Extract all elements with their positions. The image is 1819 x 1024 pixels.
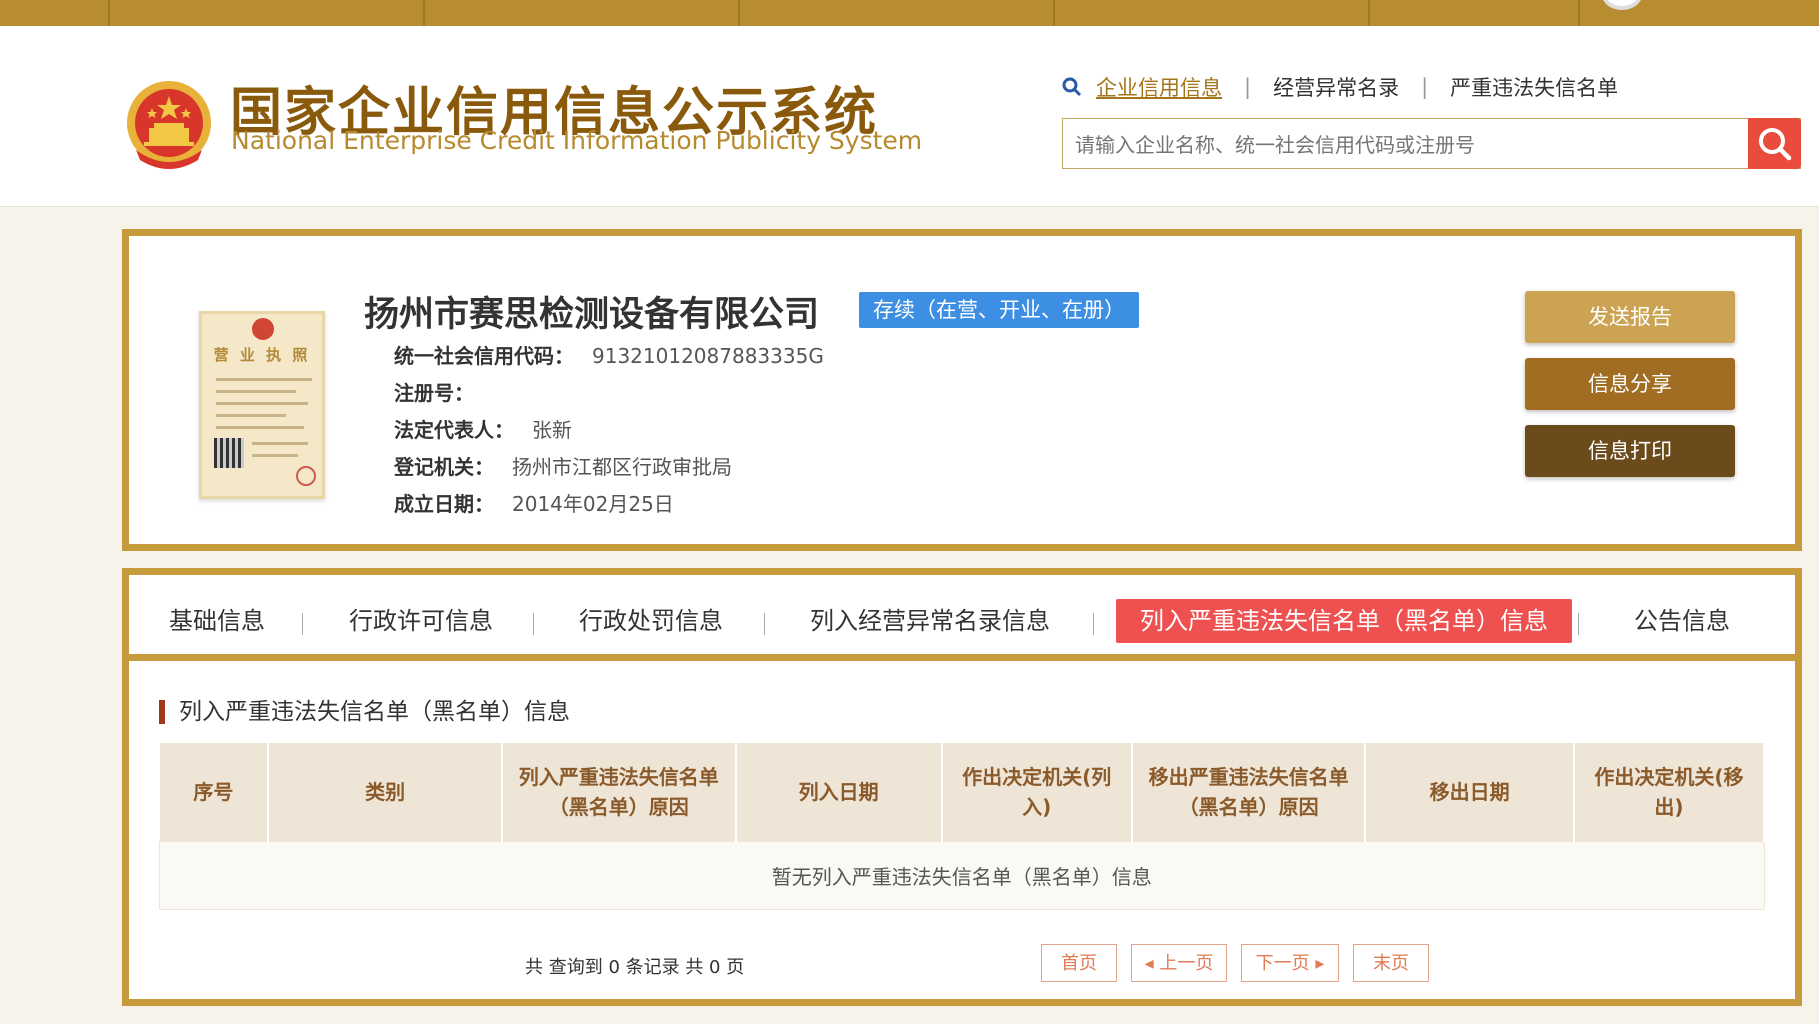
site-header: 国家企业信用信息公示系统 National Enterprise Credit … [0,26,1819,207]
nav-divider [1368,0,1370,26]
info-row-authority: 登记机关： 扬州市江都区行政审批局 [394,455,732,479]
next-page-button[interactable]: 下一页 ▸ [1241,944,1339,982]
tab-serious-violation[interactable]: 列入严重违法失信名单（黑名单）信息 [1116,599,1572,643]
column-header: 列入日期 [735,743,943,842]
company-name: 扬州市赛思检测设备有限公司 [364,295,820,335]
info-row-reg-number: 注册号： [394,381,474,405]
print-info-button[interactable]: 信息打印 [1525,425,1735,477]
pager-info: 共 查询到 0 条记录 共 0 页 [525,957,745,978]
national-emblem-icon [127,81,211,169]
qr-code-icon [214,438,244,468]
column-header: 作出决定机关(移出) [1573,743,1766,842]
column-header: 移出严重违法失信名单（黑名单）原因 [1131,743,1367,842]
status-badge: 存续（在营、开业、在册） [859,292,1139,328]
license-emblem-icon [252,318,274,340]
tab-announcements[interactable]: 公告信息 [1634,599,1730,643]
nav-divider [423,0,425,26]
prev-page-button[interactable]: ◂ 上一页 [1131,944,1227,982]
column-header: 列入严重违法失信名单（黑名单）原因 [501,743,737,842]
site-subtitle: National Enterprise Credit Information P… [231,126,923,155]
chevron-right-icon: ▸ [1309,953,1325,974]
last-page-button[interactable]: 末页 [1353,944,1429,982]
table-row: 暂无列入严重违法失信名单（黑名单）信息 [159,841,1765,910]
link-serious-violation-list[interactable]: 严重违法失信名单 [1450,72,1618,102]
link-divider: | [1244,75,1252,99]
share-info-button[interactable]: 信息分享 [1525,358,1735,410]
empty-message: 暂无列入严重违法失信名单（黑名单）信息 [159,841,1765,910]
search-icon [1062,77,1082,97]
column-header: 作出决定机关(列入) [941,743,1133,842]
tab-basic-info[interactable]: 基础信息 [169,599,265,643]
info-row-credit-code: 统一社会信用代码： 91321012087883335G [394,344,824,368]
business-license-thumbnail[interactable]: 营 业 执 照 [199,311,325,499]
send-report-button[interactable]: 发送报告 [1525,291,1735,343]
info-row-legal-rep: 法定代表人： 张新 [394,418,572,442]
chevron-left-icon: ◂ [1144,953,1160,974]
search-type-links: 企业信用信息 | 经营异常名录 | 严重违法失信名单 [1062,72,1618,102]
nav-divider [108,0,110,26]
seal-icon [296,466,316,486]
search-box [1062,118,1801,170]
info-row-founded: 成立日期： 2014年02月25日 [394,492,674,516]
section-title: 列入严重违法失信名单（黑名单）信息 [159,700,570,724]
column-header: 类别 [268,743,503,842]
top-nav-bar [0,0,1819,26]
link-abnormal-list[interactable]: 经营异常名录 [1273,72,1399,102]
nav-divider [738,0,740,26]
link-enterprise-credit[interactable]: 企业信用信息 [1096,72,1222,102]
nav-divider [1578,0,1580,26]
column-header: 移出日期 [1365,743,1575,842]
blacklist-table: 序号 类别 列入严重违法失信名单（黑名单）原因 列入日期 作出决定机关(列入) … [159,743,1766,910]
tab-bar: 基础信息 行政许可信息 行政处罚信息 列入经营异常名录信息 列入严重违法失信名单… [129,575,1795,661]
company-summary-card: 营 业 执 照 扬州市赛思检测设备有限公司 存续（在营、开业、在册） 统一社会信… [122,229,1802,551]
detail-card: 基础信息 行政许可信息 行政处罚信息 列入经营异常名录信息 列入严重违法失信名单… [122,568,1802,1006]
user-icon[interactable] [1602,0,1642,10]
first-page-button[interactable]: 首页 [1041,944,1117,982]
column-header: 序号 [159,743,270,842]
tab-abnormal-list[interactable]: 列入经营异常名录信息 [810,599,1050,643]
tab-admin-license[interactable]: 行政许可信息 [349,599,493,643]
search-icon [1759,128,1792,161]
link-divider: | [1421,75,1429,99]
search-button[interactable] [1748,118,1801,169]
search-input[interactable] [1073,119,1757,170]
tab-admin-penalty[interactable]: 行政处罚信息 [579,599,723,643]
nav-divider [1053,0,1055,26]
license-title: 营 业 执 照 [213,346,311,364]
